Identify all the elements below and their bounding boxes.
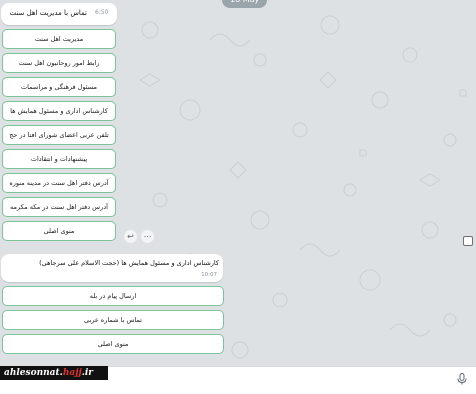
keyboard-button-sunni-management[interactable]: مدیریت اهل سنت (2, 29, 116, 49)
keyboard-button-medina-office-address[interactable]: آدرس دفتر اهل سنت در مدینه منوره (2, 173, 116, 193)
keyboard-button-clergy-liaison[interactable]: رابط امور روحانیون اهل سنت (2, 53, 116, 73)
keyboard-button-main-menu[interactable]: منوی اصلی (2, 221, 116, 241)
keyboard-button-suggestions[interactable]: پیشنهادات و انتقادات (2, 149, 116, 169)
more-icon[interactable]: ⋯ (141, 230, 154, 243)
message-time: 6:50 (95, 9, 109, 16)
keyboard-button-cultural-officer[interactable]: مسئول فرهنگی و مراسمات (2, 77, 116, 97)
message-text: کارشناس اداری و مسئول همایش ها (حجت الاس… (39, 259, 219, 267)
keyboard-button-main-menu[interactable]: منوی اصلی (2, 334, 224, 354)
keyboard-button-send-message-bale[interactable]: ارسال پیام در بله (2, 286, 224, 306)
keyboard-button-admin-expert[interactable]: کارشناس اداری و مسئول همایش ها (2, 101, 116, 121)
keyboard-button-arabic-phone-council[interactable]: تلفن عربی اعضای شورای افتا در حج (2, 125, 116, 145)
message-bubble[interactable]: 6:50 تماس با مدیریت اهل سنت (1, 3, 117, 25)
date-separator: 18 May (222, 0, 268, 8)
keyboard-button-arabic-number-call[interactable]: تماس با شماره عربی (2, 310, 224, 330)
select-checkbox[interactable] (463, 236, 473, 246)
message-time: 10:07 (201, 272, 217, 278)
message-text: تماس با مدیریت اهل سنت (9, 9, 88, 17)
watermark-part: ahlesonnat. (4, 368, 63, 378)
message-bubble[interactable]: کارشناس اداری و مسئول همایش ها (حجت الاس… (1, 254, 223, 282)
keyboard-button-mecca-office-address[interactable]: آدرس دفتر اهل سنت در مکه مکرمه (2, 197, 116, 217)
watermark-part: .ir (81, 368, 93, 378)
reply-icon[interactable]: ↩ (124, 230, 137, 243)
watermark-logo: ahlesonnat.hajj.ir (0, 366, 108, 380)
microphone-icon[interactable] (457, 373, 467, 385)
watermark-accent: hajj (62, 368, 82, 378)
